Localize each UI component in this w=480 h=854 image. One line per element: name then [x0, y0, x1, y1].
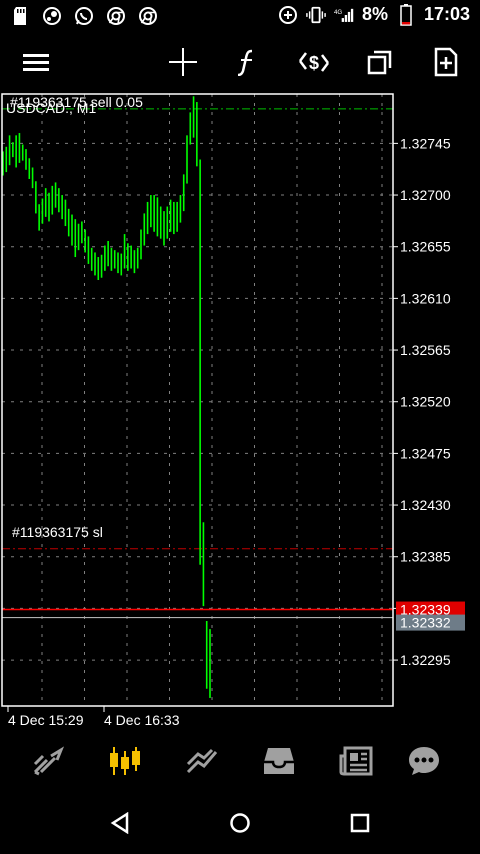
y-tick-label: 1.32565: [400, 342, 451, 358]
price-axis: 1.32745 1.32700 1.32655 1.32610 1.32565 1.325…: [393, 135, 451, 668]
crosshair-icon: [169, 48, 197, 76]
news-icon: [339, 746, 373, 776]
back-icon: [110, 812, 129, 834]
chart-icon: [110, 747, 140, 775]
x-tick-label: 4 Dec 16:33: [104, 712, 180, 728]
y-tick-label: 1.32385: [400, 549, 451, 565]
y-tick-label: 1.32610: [400, 290, 451, 306]
indicators-icon: [237, 49, 253, 76]
battery-percent: 8%: [361, 4, 388, 24]
recents-icon: [350, 813, 370, 833]
chrome-icon: [106, 6, 126, 26]
history-icon: [264, 748, 294, 774]
menu-icon: [23, 54, 49, 71]
chat-icon: [409, 747, 439, 775]
indicators-button[interactable]: [225, 40, 269, 84]
y-tick-label: 1.32700: [400, 187, 451, 203]
vibrate-icon: [306, 5, 326, 25]
clock: 17:03: [423, 4, 470, 24]
signal-icon: 4G: [334, 5, 354, 25]
y-tick-label: 1.32430: [400, 497, 451, 513]
price-chart[interactable]: 1.32745 1.32700 1.32655 1.32610 1.32565 1.325…: [0, 90, 480, 730]
history-tab[interactable]: [255, 739, 303, 783]
new-order-button[interactable]: [424, 40, 468, 84]
data-saver-icon: [278, 5, 298, 25]
trade-label: #119363175 sell 0.05: [10, 94, 143, 110]
home-icon: [230, 813, 250, 833]
bottom-navigation: [0, 730, 480, 792]
network-type: 4G: [334, 9, 342, 16]
home-button[interactable]: [222, 805, 258, 841]
system-icons: 4G 8% 17:03: [278, 3, 470, 26]
chart-canvas[interactable]: 1.32745 1.32700 1.32655 1.32610 1.32565 1.325…: [0, 90, 480, 730]
status-bar: 4G 8% 17:03: [0, 0, 480, 34]
quotes-tab[interactable]: [24, 739, 72, 783]
back-button[interactable]: [102, 805, 138, 841]
news-tab[interactable]: [332, 739, 380, 783]
trade-tab[interactable]: [178, 739, 226, 783]
menu-button[interactable]: [14, 40, 58, 84]
recents-button[interactable]: [342, 805, 378, 841]
trade-icon: $: [299, 52, 329, 73]
windows-icon: [367, 50, 392, 75]
new-order-icon: [434, 47, 458, 77]
x-tick-label: 4 Dec 15:29: [8, 712, 84, 728]
y-tick-label: 1.32655: [400, 239, 451, 255]
windows-button[interactable]: [358, 40, 402, 84]
sd-card-icon: [10, 6, 30, 26]
crosshair-button[interactable]: [161, 40, 205, 84]
steam-icon: [42, 6, 62, 26]
trade-icon: [186, 748, 218, 774]
y-tick-label: 1.32295: [400, 652, 451, 668]
quotes-icon: [33, 746, 65, 776]
whatsapp-icon: [74, 6, 94, 26]
grid: [2, 94, 393, 706]
level-lines: [2, 108, 393, 619]
sl-label: #119363175 sl: [12, 524, 103, 540]
system-navigation-bar: [0, 792, 480, 854]
chart-tab[interactable]: [101, 739, 149, 783]
svg-text:$: $: [309, 53, 319, 73]
chat-tab[interactable]: [400, 739, 448, 783]
chart-frame: [1, 93, 394, 707]
trade-button[interactable]: $: [292, 40, 336, 84]
y-tick-label: 1.32520: [400, 394, 451, 410]
notification-icons: [10, 6, 158, 26]
chrome-icon: [138, 6, 158, 26]
y-tick-label: 1.32745: [400, 135, 451, 151]
price-bars: [2, 96, 211, 698]
chart-toolbar: $: [0, 34, 480, 90]
y-tick-label: 1.32475: [400, 445, 451, 461]
ask-price: 1.32332: [400, 615, 451, 631]
battery-icon: [396, 3, 416, 26]
time-axis: 4 Dec 15:29 4 Dec 16:33: [7, 706, 180, 728]
